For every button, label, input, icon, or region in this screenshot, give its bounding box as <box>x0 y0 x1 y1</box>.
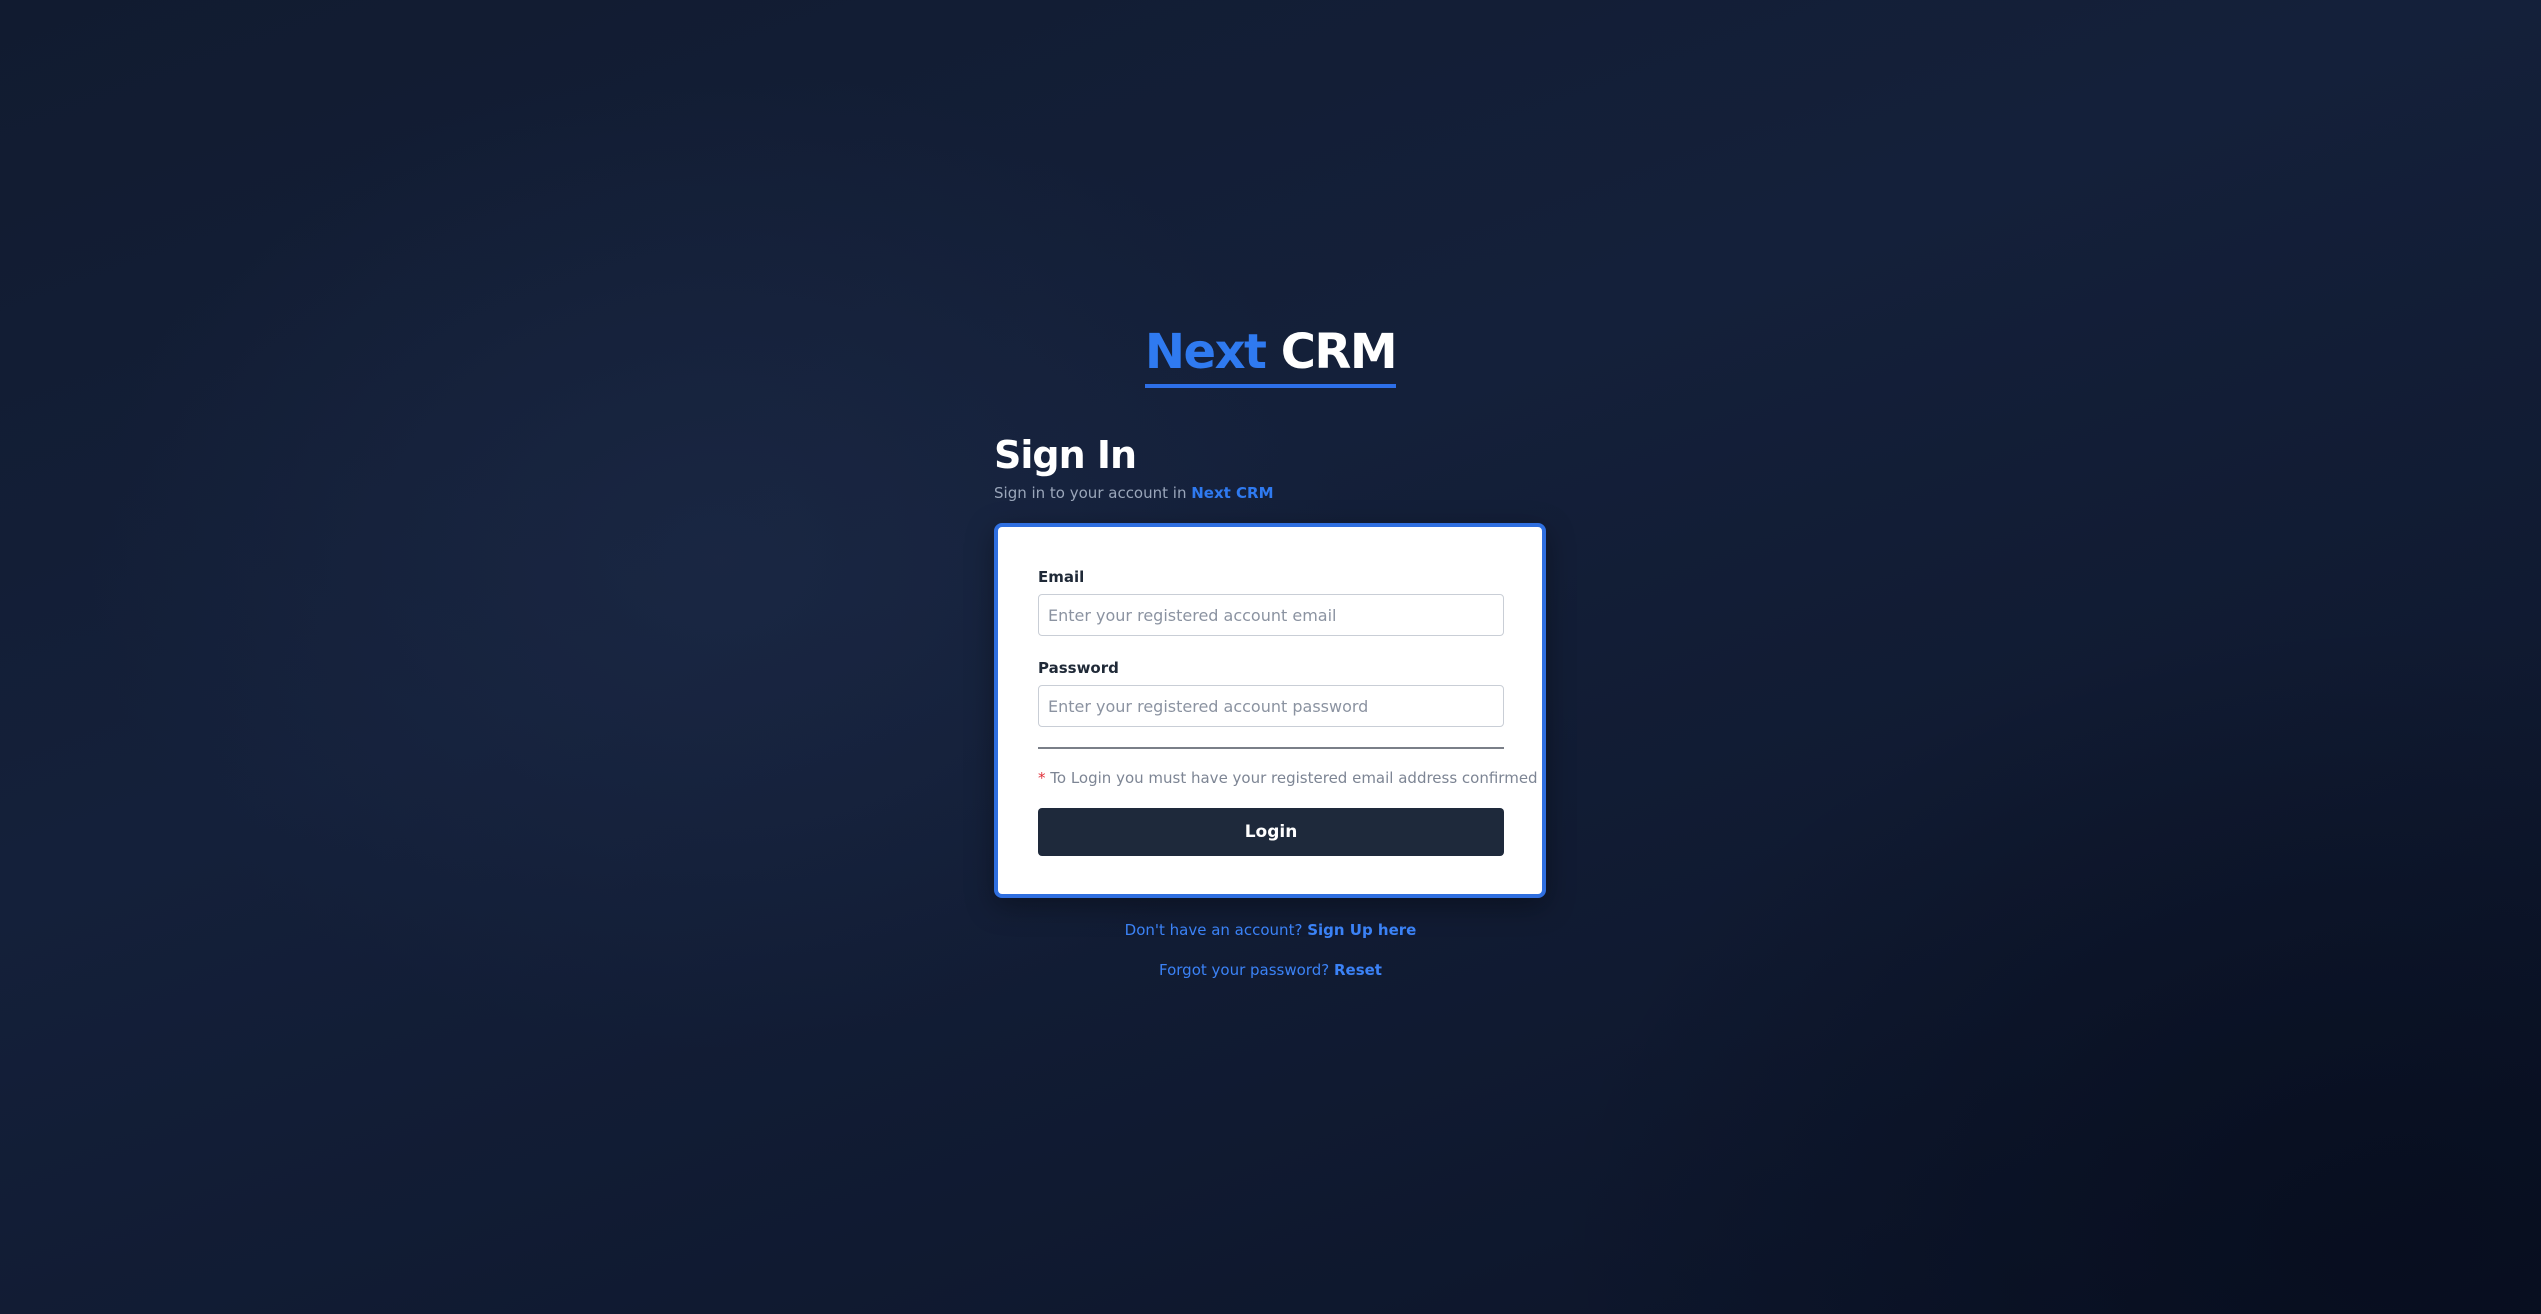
password-field[interactable] <box>1038 685 1504 727</box>
page-heading: Sign In Sign in to your account in Next … <box>994 430 1554 504</box>
password-label: Password <box>1038 659 1119 677</box>
signup-line: Don't have an account? Sign Up here <box>0 920 2541 940</box>
email-field[interactable] <box>1038 594 1504 636</box>
email-label: Email <box>1038 568 1085 586</box>
forgot-line: Forgot your password? Reset <box>0 960 2541 980</box>
page-title: Sign In <box>994 433 1137 477</box>
login-button[interactable]: Login <box>1038 808 1504 856</box>
signup-prompt: Don't have an account? <box>1124 921 1303 939</box>
login-notice: * To Login you must have your registered… <box>1038 768 1538 788</box>
required-star: * <box>1038 769 1046 787</box>
subtitle-brand: Next CRM <box>1191 484 1274 502</box>
logo-crm: CRM <box>1280 324 1398 380</box>
subtitle-text: Sign in to your account in <box>994 484 1187 502</box>
forgot-prompt: Forgot your password? <box>1159 961 1330 979</box>
reset-link[interactable]: Reset <box>1334 961 1382 979</box>
app-logo: Next CRM <box>0 322 2541 388</box>
signup-link[interactable]: Sign Up here <box>1307 921 1416 939</box>
login-form-card: Email Password * To Login you must have … <box>994 523 1546 898</box>
logo-next: Next <box>1144 324 1267 380</box>
page-subtitle: Sign in to your account in Next CRM <box>994 482 1554 504</box>
logo-wordmark: Next CRM <box>1144 322 1398 388</box>
notice-text: To Login you must have your registered e… <box>1050 769 1538 787</box>
form-divider <box>1038 747 1504 749</box>
